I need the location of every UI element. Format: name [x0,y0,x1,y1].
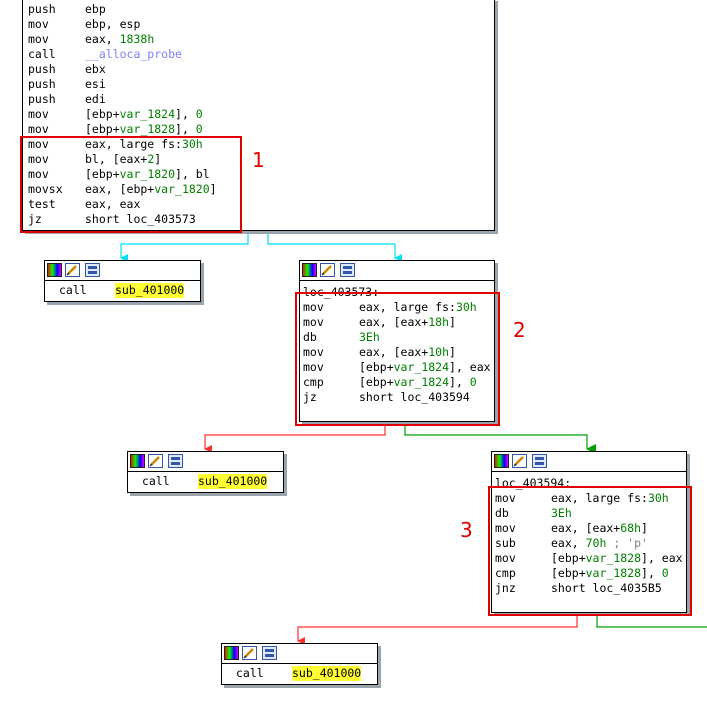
operand-text: ebp [85,2,106,16]
asm-line[interactable]: push esi [28,77,494,92]
operand-num: 1838h [119,32,155,46]
asm-line[interactable]: push ebp [28,2,494,17]
asm-line[interactable]: mov [ebp+var_1824], 0 [28,107,494,122]
graph-overview-icon[interactable] [168,454,183,468]
mnemonic: mov [28,107,49,121]
node-toolbar [128,452,283,472]
call-target[interactable]: sub_401000 [198,474,268,489]
operand-var[interactable]: var_1828 [120,122,175,136]
operand-text: [ebp+ [85,107,120,121]
operand-num: 0 [195,107,203,121]
call-node-c[interactable]: call sub_401000 [221,643,378,685]
edge-main-to-call-a [120,232,249,262]
call-mnemonic: call [236,666,264,680]
operand-fn[interactable]: __alloca_probe [85,47,182,61]
mnemonic: call [28,47,56,61]
operands: __alloca_probe [85,47,182,62]
edge-main-to-loc-403573 [267,232,402,262]
asm-line[interactable]: mov eax, 1838h [28,32,494,47]
asm-line[interactable]: push ebx [28,62,494,77]
rename-icon[interactable] [148,454,163,468]
asm-line[interactable]: call __alloca_probe [28,47,494,62]
edge-block2-true [404,424,596,454]
mnemonic: mov [28,32,49,46]
color-icon[interactable] [47,263,62,277]
rename-icon[interactable] [65,263,80,277]
call-mnemonic: call [142,474,170,488]
node-toolbar [222,644,377,664]
color-icon[interactable] [302,263,317,277]
operands: edi [85,92,106,107]
graph-overview-icon[interactable] [532,454,547,468]
operands: [ebp+var_1828], 0 [85,122,203,137]
mnemonic: push [28,62,56,76]
graph-overview-icon[interactable] [85,263,100,277]
annotation-3: 3 [460,518,473,542]
operands: [ebp+var_1824], 0 [85,107,203,122]
call-node-a[interactable]: call sub_401000 [44,260,201,302]
operand-text: eax, [85,32,120,46]
operand-text: ebx [85,62,106,76]
rename-icon[interactable] [320,263,335,277]
operand-num: 0 [195,122,203,136]
annotation-1: 1 [252,148,265,172]
operand-text: esi [85,77,106,91]
operand-text: ], [175,122,196,136]
node-toolbar [45,261,200,281]
node-toolbar [492,452,686,472]
graph-overview-icon[interactable] [340,263,355,277]
highlight-box-2 [295,292,500,426]
annotation-2: 2 [513,318,526,342]
node-toolbar [300,261,494,281]
mnemonic: push [28,77,56,91]
color-icon[interactable] [224,646,239,660]
mnemonic: mov [28,17,49,31]
mnemonic: push [28,2,56,16]
call-target[interactable]: sub_401000 [292,666,362,681]
edge-block3-false [297,614,578,645]
operands: ebp, esp [85,17,140,32]
call-target[interactable]: sub_401000 [115,283,185,298]
edge-block2-false [204,424,386,453]
asm-line[interactable]: push edi [28,92,494,107]
highlight-box-3 [488,486,692,616]
operands: esi [85,77,106,92]
call-node-b[interactable]: call sub_401000 [127,451,284,493]
asm-line[interactable]: mov [ebp+var_1828], 0 [28,122,494,137]
operand-var[interactable]: var_1824 [120,107,175,121]
call-mnemonic: call [59,283,87,297]
operand-text: edi [85,92,106,106]
asm-line[interactable]: mov ebp, esp [28,17,494,32]
operands: ebp [85,2,106,17]
mnemonic: push [28,92,56,106]
rename-icon[interactable] [242,646,257,660]
rename-icon[interactable] [512,454,527,468]
operands: ebx [85,62,106,77]
operand-text: [ebp+ [85,122,120,136]
operand-text: ], [175,107,196,121]
color-icon[interactable] [494,454,509,468]
graph-overview-icon[interactable] [262,646,277,660]
mnemonic: mov [28,122,49,136]
operands: eax, 1838h [85,32,154,47]
highlight-box-1 [20,136,242,233]
color-icon[interactable] [130,454,145,468]
operand-text: ebp, esp [85,17,141,31]
